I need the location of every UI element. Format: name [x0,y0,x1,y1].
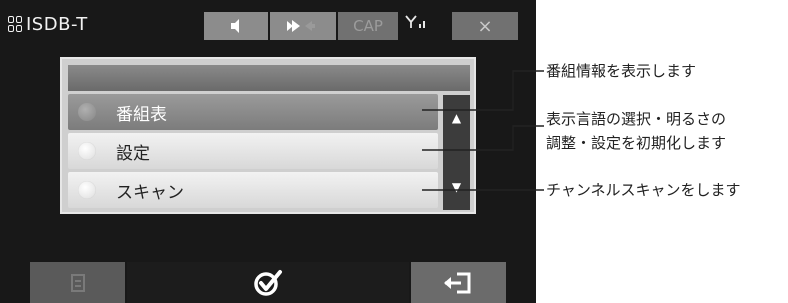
leader-line-settings [422,125,544,151]
callout-program-guide: 番組情報を表示します [546,62,697,80]
leader-line-program-guide [422,70,544,111]
callout-settings-line2: 調整・設定を初期化します [546,134,727,152]
callout-scan: チャンネルスキャンをします [546,181,741,199]
callout-settings-line1: 表示言語の選択・明るさの [546,110,727,128]
